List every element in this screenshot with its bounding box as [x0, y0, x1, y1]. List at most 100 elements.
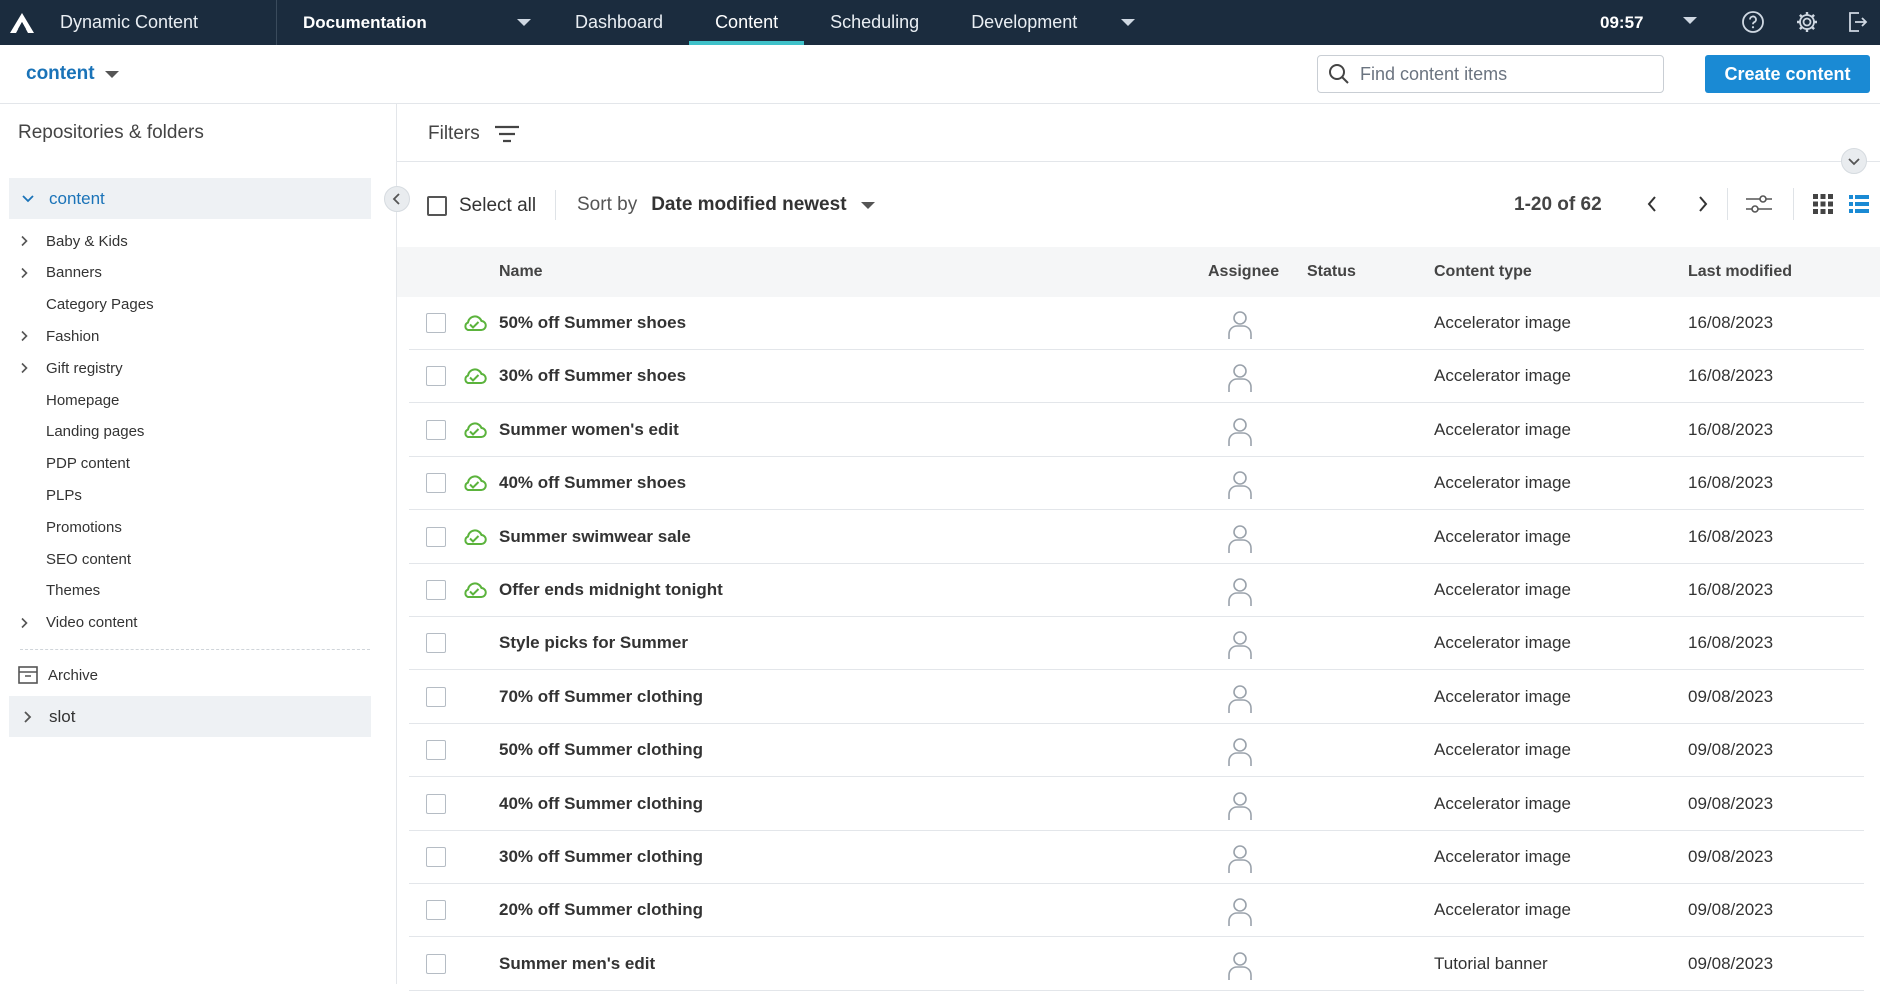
user-icon[interactable]: [1227, 791, 1253, 821]
user-icon[interactable]: [1227, 897, 1253, 927]
sidebar-item-archive[interactable]: Archive: [18, 660, 98, 690]
content-item-name[interactable]: 30% off Summer shoes: [499, 366, 686, 386]
content-item-name[interactable]: Summer swimwear sale: [499, 527, 691, 547]
column-last-modified[interactable]: Last modified: [1688, 263, 1792, 281]
content-item-name[interactable]: 50% off Summer clothing: [499, 740, 703, 760]
row-checkbox[interactable]: [426, 526, 446, 547]
column-settings-button[interactable]: [1745, 190, 1773, 218]
row-checkbox[interactable]: [426, 473, 446, 494]
repository-selector[interactable]: content: [26, 63, 119, 85]
chevron-right-icon[interactable]: [20, 235, 46, 247]
row-checkbox[interactable]: [426, 633, 446, 654]
previous-page-button[interactable]: [1638, 190, 1666, 218]
sidebar-folder-item[interactable]: Gift registry: [20, 355, 123, 381]
table-row[interactable]: 40% off Summer clothing Accelerator image…: [409, 778, 1864, 831]
user-icon[interactable]: [1227, 844, 1253, 874]
tab-development[interactable]: Development: [945, 0, 1161, 45]
content-item-name[interactable]: Offer ends midnight tonight: [499, 580, 723, 600]
user-icon[interactable]: [1227, 684, 1253, 714]
sidebar-folder-item[interactable]: Banners: [20, 260, 102, 286]
grid-view-button[interactable]: [1809, 190, 1837, 218]
content-item-name[interactable]: 50% off Summer shoes: [499, 313, 686, 333]
row-checkbox[interactable]: [426, 953, 446, 974]
tab-scheduling[interactable]: Scheduling: [804, 0, 945, 45]
sidebar-item-slot[interactable]: slot: [9, 696, 371, 737]
sidebar-folder-item[interactable]: Category Pages: [20, 292, 154, 318]
app-logo-icon[interactable]: [0, 0, 44, 45]
sidebar-item-content[interactable]: content: [9, 178, 371, 219]
row-checkbox[interactable]: [426, 366, 446, 387]
table-row[interactable]: 50% off Summer clothing Accelerator image…: [409, 724, 1864, 778]
filters-toggle[interactable]: Filters: [428, 123, 520, 145]
table-row[interactable]: Summer swimwear sale Accelerator image 16/…: [409, 511, 1864, 564]
table-row[interactable]: Style picks for Summer Accelerator image 1…: [409, 617, 1864, 671]
table-row[interactable]: 40% off Summer shoes Accelerator image 16/…: [409, 457, 1864, 511]
table-row[interactable]: Summer men's edit Tutorial banner 09/08/20…: [409, 938, 1864, 991]
chevron-right-icon[interactable]: [20, 330, 46, 342]
sidebar-folder-item[interactable]: Baby & Kids: [20, 228, 128, 254]
chevron-right-icon[interactable]: [23, 710, 33, 724]
hub-selector[interactable]: Documentation: [277, 13, 549, 33]
user-icon[interactable]: [1227, 951, 1253, 981]
sidebar-folder-item[interactable]: PDP content: [20, 451, 130, 477]
user-icon[interactable]: [1227, 417, 1253, 447]
caret-down-icon[interactable]: [1683, 17, 1697, 24]
row-checkbox[interactable]: [426, 793, 446, 814]
content-item-name[interactable]: 70% off Summer clothing: [499, 687, 703, 707]
table-row[interactable]: 20% off Summer clothing Accelerator image…: [409, 884, 1864, 938]
sidebar-folder-item[interactable]: Video content: [20, 610, 137, 636]
user-icon[interactable]: [1227, 737, 1253, 767]
sidebar-folder-item[interactable]: Promotions: [20, 514, 122, 540]
tab-content[interactable]: Content: [689, 0, 805, 45]
row-checkbox[interactable]: [426, 419, 446, 440]
user-icon[interactable]: [1227, 524, 1253, 554]
checkbox[interactable]: [427, 196, 447, 216]
row-checkbox[interactable]: [426, 686, 446, 707]
row-checkbox[interactable]: [426, 900, 446, 921]
chevron-right-icon[interactable]: [20, 617, 46, 629]
sidebar-folder-item[interactable]: PLPs: [20, 482, 82, 508]
search-input[interactable]: Find content items: [1317, 55, 1664, 93]
sidebar-folder-item[interactable]: Homepage: [20, 387, 119, 413]
chevron-right-icon[interactable]: [20, 362, 46, 374]
chevron-down-icon[interactable]: [21, 194, 35, 204]
content-item-name[interactable]: Summer men's edit: [499, 954, 655, 974]
user-icon[interactable]: [1227, 577, 1253, 607]
table-row[interactable]: Summer women's edit Accelerator image 16/0…: [409, 404, 1864, 457]
user-icon[interactable]: [1227, 310, 1253, 340]
content-item-name[interactable]: 30% off Summer clothing: [499, 847, 703, 867]
gear-icon[interactable]: [1795, 10, 1819, 34]
tab-dashboard[interactable]: Dashboard: [549, 0, 689, 45]
chevron-right-icon[interactable]: [20, 267, 46, 279]
list-view-button[interactable]: [1845, 190, 1873, 218]
collapse-sidebar-button[interactable]: [384, 186, 410, 212]
sidebar-folder-item[interactable]: Fashion: [20, 323, 99, 349]
row-checkbox[interactable]: [426, 313, 446, 333]
row-checkbox[interactable]: [426, 847, 446, 867]
help-icon[interactable]: [1741, 10, 1765, 34]
table-row[interactable]: Offer ends midnight tonight Accelerator i…: [409, 564, 1864, 617]
row-checkbox[interactable]: [426, 740, 446, 761]
sidebar-folder-item[interactable]: Landing pages: [20, 419, 144, 445]
content-item-name[interactable]: 20% off Summer clothing: [499, 900, 703, 920]
table-row[interactable]: 50% off Summer shoes Accelerator image 16/…: [409, 297, 1864, 350]
next-page-button[interactable]: [1689, 190, 1717, 218]
sort-selector[interactable]: Sort by Date modified newest: [577, 194, 875, 216]
table-row[interactable]: 30% off Summer clothing Accelerator image…: [409, 831, 1864, 884]
content-item-name[interactable]: 40% off Summer clothing: [499, 794, 703, 814]
column-content-type[interactable]: Content type: [1434, 263, 1532, 281]
column-name[interactable]: Name: [499, 263, 543, 281]
create-content-button[interactable]: Create content: [1705, 55, 1870, 93]
content-item-name[interactable]: Summer women's edit: [499, 420, 679, 440]
content-item-name[interactable]: 40% off Summer shoes: [499, 473, 686, 493]
sidebar-folder-item[interactable]: Themes: [20, 578, 100, 604]
sidebar-folder-item[interactable]: SEO content: [20, 546, 131, 572]
user-icon[interactable]: [1227, 470, 1253, 500]
table-row[interactable]: 70% off Summer clothing Accelerator image…: [409, 671, 1864, 724]
user-icon[interactable]: [1227, 363, 1253, 393]
row-checkbox[interactable]: [426, 580, 446, 600]
table-row[interactable]: 30% off Summer shoes Accelerator image 16/…: [409, 350, 1864, 404]
logout-icon[interactable]: [1845, 10, 1869, 34]
user-icon[interactable]: [1227, 630, 1253, 660]
content-item-name[interactable]: Style picks for Summer: [499, 633, 688, 653]
